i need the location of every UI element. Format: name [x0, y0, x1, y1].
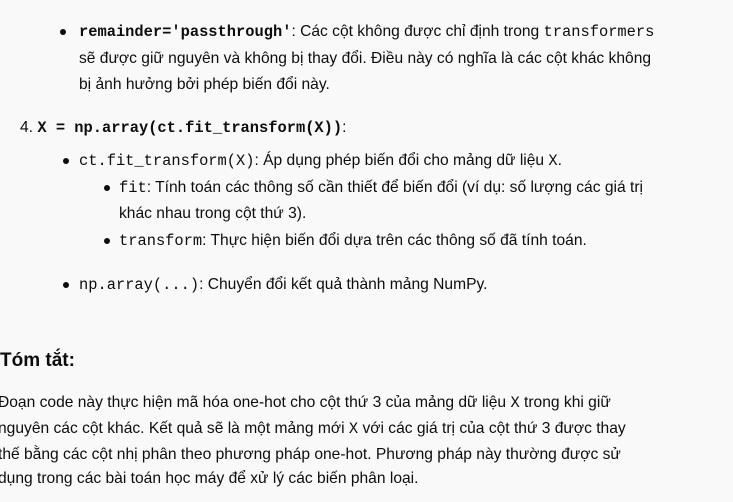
bullet-icon — [104, 185, 110, 191]
bullet-icon — [104, 238, 110, 244]
remainder-line-3: bị ảnh hưởng bởi phép biến đổi này. — [79, 76, 330, 93]
summary-heading: Tóm tắt: — [0, 350, 75, 371]
transform-item: transform: Thực hiện biến đổi dựa trên c… — [119, 231, 587, 251]
summary-line-3: thế bằng các cột nhị phân theo phương ph… — [0, 446, 621, 463]
code: X — [348, 420, 359, 438]
code: X — [510, 394, 520, 412]
text: : Áp dụng phép biến đổi cho mảng dữ liệu — [254, 152, 549, 169]
step-number: 4. — [20, 119, 34, 136]
summary-line-4: dụng trong các bài toán học máy để xử lý… — [0, 470, 419, 487]
text: : Chuyển đổi kết quả thành mảng NumPy. — [199, 276, 488, 293]
bullet-icon — [63, 282, 69, 288]
text: với các giá trị của cột thứ 3 được thay — [358, 420, 626, 437]
fit-item-line-1: fit: Tính toán các thông số cần thiết để… — [119, 178, 643, 198]
fit-item-line-2: khác nhau trong cột thứ 3). — [119, 205, 307, 222]
remainder-line-1: remainder='passthrough': Các cột không đ… — [79, 22, 654, 42]
bullet-icon — [63, 158, 69, 164]
remainder-code: remainder='passthrough' — [79, 23, 292, 41]
step-code: X = np.array(ct.fit_transform(X)) — [37, 119, 343, 137]
summary-line-1: Đoạn code này thực hiện mã hóa one-hot c… — [0, 393, 611, 413]
step-suffix: : — [342, 119, 347, 136]
text: trong khi giữ — [519, 394, 611, 411]
code: ct.fit_transform(X) — [79, 152, 255, 170]
text: . — [557, 152, 563, 169]
nparray-item: np.array(...): Chuyển đổi kết quả thành … — [79, 275, 487, 295]
code: X — [548, 152, 558, 170]
transformers-code: transformers — [543, 23, 655, 41]
summary-line-2: nguyên các cột khác. Kết quả sẽ là một m… — [0, 419, 626, 439]
fit-transform-item: ct.fit_transform(X): Áp dụng phép biến đ… — [79, 151, 562, 171]
code: transform — [119, 232, 203, 250]
code: fit — [119, 179, 147, 197]
text: nguyên các cột khác. Kết quả sẽ là một m… — [0, 420, 349, 437]
text: : Thực hiện biến đổi dựa trên các thông … — [202, 232, 587, 249]
text: : Tính toán các thông số cần thiết để bi… — [146, 179, 643, 196]
text: : Các cột không được chỉ định trong — [291, 23, 544, 40]
text: Đoạn code này thực hiện mã hóa one-hot c… — [0, 394, 511, 411]
remainder-line-2: sẽ được giữ nguyên và không bị thay đổi.… — [79, 50, 652, 67]
bullet-icon — [60, 29, 66, 35]
code: np.array(...) — [79, 276, 200, 294]
step-4: 4. X = np.array(ct.fit_transform(X)): — [20, 118, 347, 138]
